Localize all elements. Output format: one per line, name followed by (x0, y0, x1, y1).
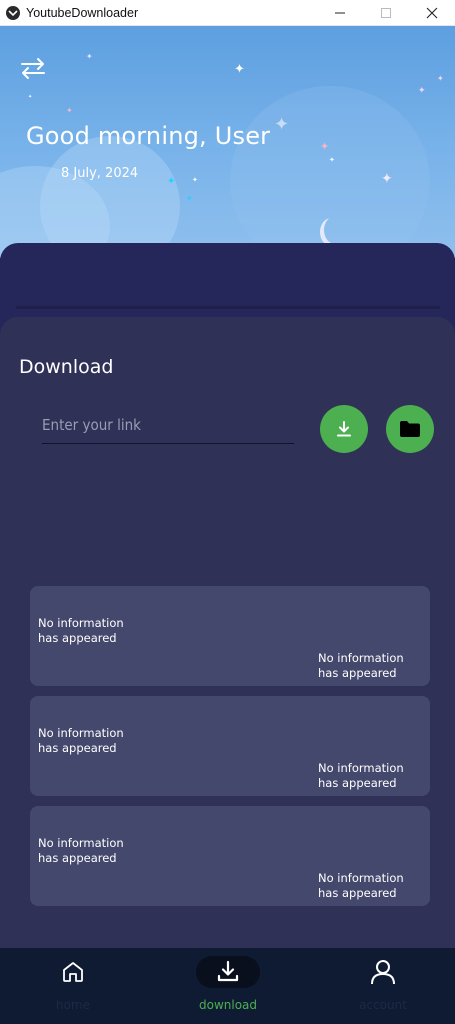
info-card-right-text: No information has appeared (318, 761, 404, 790)
star-icon: ✦ (418, 86, 426, 96)
star-icon: ✦ (329, 156, 335, 164)
download-button[interactable] (320, 405, 368, 453)
info-card-right-text: No information has appeared (318, 871, 404, 900)
info-card: No information has appeared No informati… (30, 696, 430, 796)
star-icon: ✦ (274, 114, 290, 135)
close-icon (426, 7, 438, 19)
close-button[interactable] (409, 0, 455, 26)
info-card: No information has appeared No informati… (30, 806, 430, 906)
info-card: No information has appeared No informati… (30, 586, 430, 686)
nav-item-account[interactable]: account (343, 948, 423, 1024)
account-icon (371, 960, 395, 985)
info-card-left-text: No information has appeared (38, 616, 124, 645)
section-title: Download (19, 356, 114, 378)
maximize-button[interactable] (363, 0, 409, 26)
star-icon: ✦ (86, 52, 93, 61)
window-titlebar: YoutubeDownloader (0, 0, 455, 26)
nav-label-home: home (55, 998, 91, 1012)
greeting-text: Good morning, User (26, 122, 271, 150)
info-card-right-text: No information has appeared (318, 651, 404, 680)
star-icon: ✦ (381, 171, 393, 187)
nav-item-download[interactable]: download (188, 948, 268, 1024)
folder-icon (400, 421, 420, 437)
star-icon: ✦ (28, 94, 33, 100)
nav-label-download: download (198, 998, 258, 1012)
open-folder-button[interactable] (386, 405, 434, 453)
star-icon: ✦ (186, 194, 193, 203)
maximize-icon (381, 8, 391, 18)
divider (16, 306, 440, 309)
date-text: 8 July, 2024 (61, 166, 139, 181)
home-icon (63, 962, 83, 982)
minimize-icon (335, 12, 345, 14)
active-indicator (196, 956, 260, 988)
link-input[interactable] (42, 406, 294, 444)
star-icon: ✦ (437, 74, 444, 83)
star-icon: ✦ (167, 176, 176, 187)
window-controls (317, 0, 455, 26)
star-icon: ✦ (234, 62, 245, 77)
moon-icon (324, 216, 346, 244)
swap-arrows-icon[interactable] (19, 56, 47, 80)
header-hero: ✦ ✦ ✦ ✦ ✦ ✦ ✦ ✦ ✦ ✦ ✦ ✦ ✦ Good morning, … (0, 26, 455, 258)
info-card-left-text: No information has appeared (38, 726, 124, 755)
nav-label-account: account (359, 998, 407, 1012)
nav-item-home[interactable]: home (33, 948, 113, 1024)
download-icon (337, 421, 351, 437)
star-icon: ✦ (66, 106, 73, 115)
app-logo-icon (6, 5, 20, 20)
download-icon (217, 960, 239, 982)
star-icon: ✦ (192, 176, 198, 184)
bottom-navigation: home download account (0, 948, 455, 1024)
info-card-left-text: No information has appeared (38, 836, 124, 865)
minimize-button[interactable] (317, 0, 363, 26)
star-icon: ✦ (320, 140, 330, 153)
window-title: YoutubeDownloader (26, 5, 139, 20)
